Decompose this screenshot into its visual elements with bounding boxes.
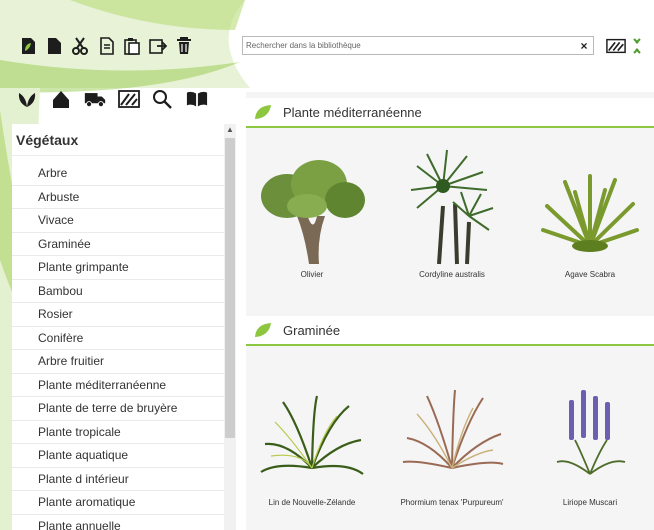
plant-name: Phormium tenax 'Purpureum' xyxy=(400,498,504,507)
category-item[interactable]: Conifère xyxy=(12,327,224,350)
plant-card[interactable]: Cordyline australis xyxy=(394,146,510,279)
book-icon[interactable] xyxy=(186,88,208,110)
category-list: Arbre Arbuste Vivace Graminée Plante gri… xyxy=(12,156,224,530)
import-icon[interactable] xyxy=(148,36,168,56)
truck-icon[interactable] xyxy=(84,88,106,110)
clear-search-button[interactable]: × xyxy=(575,39,593,53)
cordyline-image xyxy=(410,149,494,265)
plant-name: Cordyline australis xyxy=(419,270,485,279)
category-item[interactable]: Arbuste xyxy=(12,186,224,209)
phormium-image xyxy=(402,389,504,469)
section-header: Graminée xyxy=(246,316,654,346)
sort-icon[interactable] xyxy=(606,36,626,56)
agave-image xyxy=(541,174,639,252)
category-item[interactable]: Plante aromatique xyxy=(12,491,224,515)
scroll-up-icon[interactable]: ▲ xyxy=(224,124,236,136)
plant-card[interactable]: Olivier xyxy=(254,146,370,279)
section-title: Plante méditerranéenne xyxy=(283,104,422,120)
terrain-icon[interactable] xyxy=(118,88,140,110)
toolbar-actions xyxy=(18,36,194,56)
plants-icon[interactable] xyxy=(16,88,38,110)
category-tabs xyxy=(16,88,208,110)
category-item[interactable]: Graminée xyxy=(12,233,224,256)
liriope-image xyxy=(556,390,626,475)
copy-icon[interactable] xyxy=(96,36,116,56)
category-item[interactable]: Plante de terre de bruyère xyxy=(12,397,224,421)
house-icon[interactable] xyxy=(50,88,72,110)
search-icon[interactable] xyxy=(152,88,174,110)
category-item[interactable]: Plante méditerranéenne xyxy=(12,374,224,397)
category-item[interactable]: Vivace xyxy=(12,209,224,233)
category-item[interactable]: Arbre fruitier xyxy=(12,350,224,374)
section-title: Graminée xyxy=(283,322,341,338)
plant-card[interactable]: Liriope Muscari xyxy=(532,382,648,507)
expand-icon[interactable] xyxy=(630,36,650,56)
category-item[interactable]: Plante d intérieur xyxy=(12,468,224,491)
category-item[interactable]: Bambou xyxy=(12,280,224,303)
plant-name: Liriope Muscari xyxy=(562,498,618,507)
leaf-icon xyxy=(255,105,271,119)
trash-icon[interactable] xyxy=(174,36,194,56)
category-panel: Végétaux Arbre Arbuste Vivace Graminée P… xyxy=(12,124,224,530)
cut-icon[interactable] xyxy=(70,36,90,56)
section-header: Plante méditerranéenne xyxy=(246,98,654,128)
plant-name: Lin de Nouvelle-Zélande xyxy=(268,498,356,507)
toolbar-right xyxy=(606,36,650,56)
search-input[interactable] xyxy=(243,41,575,50)
file-icon[interactable] xyxy=(44,36,64,56)
library-content: Plante méditerranéenne Olivier Cordyline… xyxy=(246,92,654,530)
plant-name: Olivier xyxy=(300,270,324,279)
category-item[interactable]: Rosier xyxy=(12,303,224,327)
new-plant-icon[interactable] xyxy=(18,36,38,56)
plant-card[interactable]: Phormium tenax 'Purpureum' xyxy=(394,382,510,507)
category-item[interactable]: Arbre xyxy=(12,162,224,186)
plant-card[interactable]: Lin de Nouvelle-Zélande xyxy=(254,382,370,507)
leaf-icon xyxy=(255,323,271,337)
panel-scrollbar[interactable]: ▲ xyxy=(224,124,236,530)
olive-tree-image xyxy=(261,160,365,264)
plant-name: Agave Scabra xyxy=(564,270,616,279)
category-item[interactable]: Plante tropicale xyxy=(12,421,224,444)
search-bar: × xyxy=(242,36,594,55)
scroll-thumb[interactable] xyxy=(225,138,235,438)
category-item[interactable]: Plante grimpante xyxy=(12,256,224,280)
category-item[interactable]: Plante aquatique xyxy=(12,444,224,468)
flax-lily-image xyxy=(260,395,364,475)
plant-card[interactable]: Agave Scabra xyxy=(532,146,648,279)
paste-icon[interactable] xyxy=(122,36,142,56)
panel-title: Végétaux xyxy=(12,124,224,156)
toolbar: × xyxy=(0,0,654,90)
category-item[interactable]: Plante annuelle xyxy=(12,515,224,530)
